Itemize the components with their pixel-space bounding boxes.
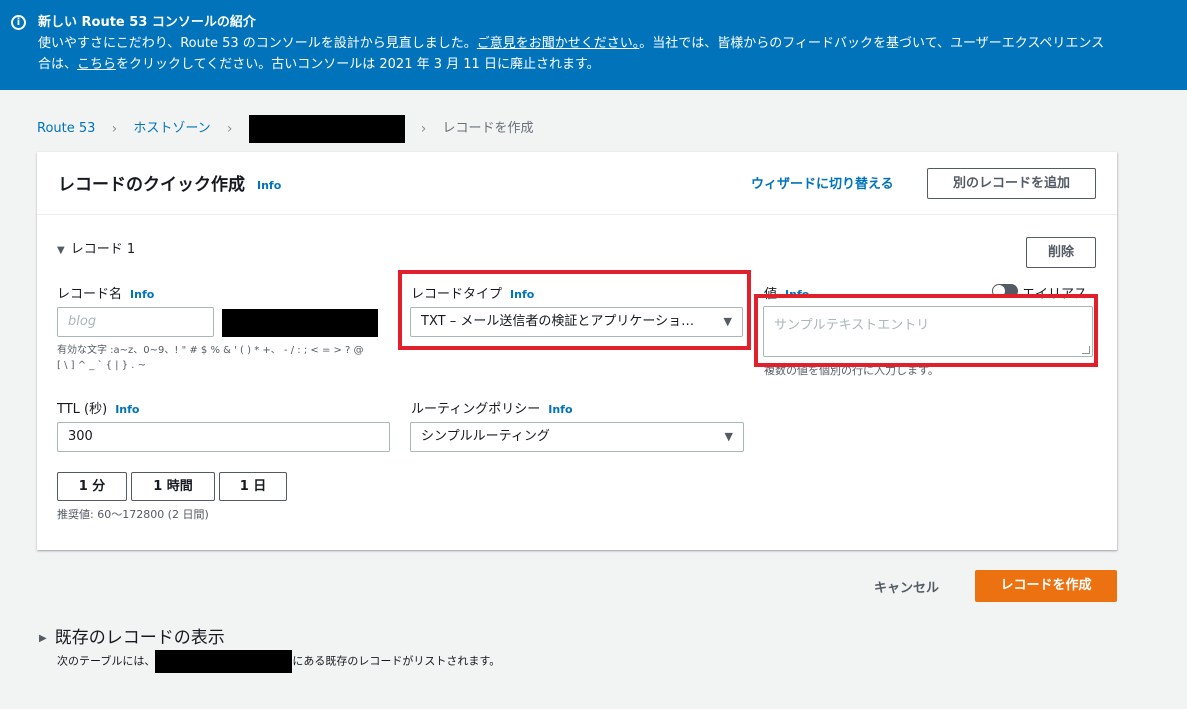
cancel-button[interactable]: キャンセル [874,577,939,596]
chevron-right-icon: › [420,121,427,137]
info-link[interactable]: Info [115,403,139,416]
feedback-link[interactable]: ご意見をお聞かせください。 [477,36,640,51]
chevron-right-icon: › [111,121,118,137]
ttl-1-minute-button[interactable]: 1 分 [57,472,127,501]
info-link[interactable]: Info [130,288,154,301]
info-banner: i 新しい Route 53 コンソールの紹介 使いやすさにこだわり、Route… [0,0,1187,90]
record-name-label: レコード名 Info [57,287,155,302]
redacted-zone-name [248,115,405,143]
breadcrumb-hosted-zones[interactable]: ホストゾーン [133,119,210,139]
breadcrumb-current: レコードを作成 [442,121,534,136]
banner-line-2: 合は、こちらをクリックしてください。古いコンソールは 2021 年 3 月 11… [38,57,600,72]
chevron-right-icon: › [226,121,233,137]
breadcrumb-route53[interactable]: Route 53 [37,119,95,139]
highlight-box-value [754,294,1098,367]
ttl-label: TTL (秒) Info [57,402,140,417]
record-name-input[interactable]: blog [57,307,214,337]
panel-title: レコードのクイック作成 Info [58,175,282,195]
switch-to-wizard-link[interactable]: ウィザードに切り替える [751,173,894,192]
banner-line-1: 使いやすさにこだわり、Route 53 のコンソールを設計から見直しました。ご意… [38,36,1105,51]
old-console-link[interactable]: こちら [77,57,116,72]
delete-button[interactable]: 削除 [1026,237,1096,268]
caret-down-icon: ▼ [724,430,733,443]
ttl-1-hour-button[interactable]: 1 時間 [131,472,215,501]
add-another-record-button[interactable]: 別のレコードを追加 [927,168,1096,199]
routing-policy-label: ルーティングポリシー Info [411,402,573,417]
routing-policy-select[interactable]: シンプルルーティング ▼ [410,422,744,452]
existing-records-toggle[interactable]: ▶ 既存のレコードの表示 [39,623,225,648]
ttl-1-day-button[interactable]: 1 日 [219,472,287,501]
record-1-toggle[interactable]: ▼ レコード 1 [57,238,135,257]
redacted-domain [222,309,378,337]
highlight-box-record-type [398,270,751,350]
info-icon: i [11,15,26,30]
panel-header: レコードのクイック作成 Info ウィザードに切り替える 別のレコードを追加 [37,152,1117,215]
record-name-hint: 有効な文字 :a~z、0~9、! " # $ % & ' ( ) * +、 - … [57,345,364,371]
ttl-input[interactable]: 300 [57,422,390,452]
create-record-button[interactable]: レコードを作成 [975,570,1117,602]
info-link[interactable]: Info [548,403,572,416]
breadcrumb: Route 53 › ホストゾーン › › レコードを作成 [37,115,533,143]
banner-title: 新しい Route 53 コンソールの紹介 [38,15,256,30]
caret-down-icon: ▼ [57,245,65,256]
ttl-hint: 推奨値: 60～172800 (2 日間) [57,508,209,521]
caret-right-icon: ▶ [39,632,47,644]
existing-records-description: 次のテーブルには、 にある既存のレコードがリストされます。 [57,650,500,673]
redacted-zone-name [155,650,293,673]
info-link[interactable]: Info [257,179,281,192]
quick-create-panel: レコードのクイック作成 Info ウィザードに切り替える 別のレコードを追加 ▼ レ… [37,152,1117,550]
